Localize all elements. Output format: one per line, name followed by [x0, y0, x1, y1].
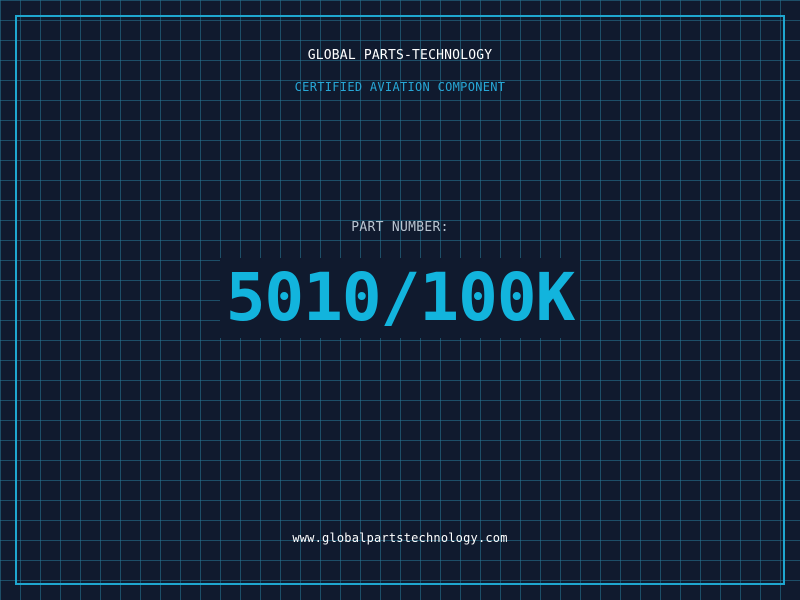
- brand-name: GLOBAL PARTS-TECHNOLOGY: [307, 48, 493, 63]
- certification-subtitle: CERTIFIED AVIATION COMPONENT: [294, 80, 506, 94]
- website-link[interactable]: www.globalpartstechnology.com: [0, 531, 800, 545]
- certificate-card: GLOBAL PARTS-TECHNOLOGY CERTIFIED AVIATI…: [0, 0, 800, 600]
- part-number-container: 5010/100K: [0, 258, 800, 338]
- part-number-label: PART NUMBER:: [351, 220, 449, 235]
- part-number-value: 5010/100K: [219, 258, 581, 338]
